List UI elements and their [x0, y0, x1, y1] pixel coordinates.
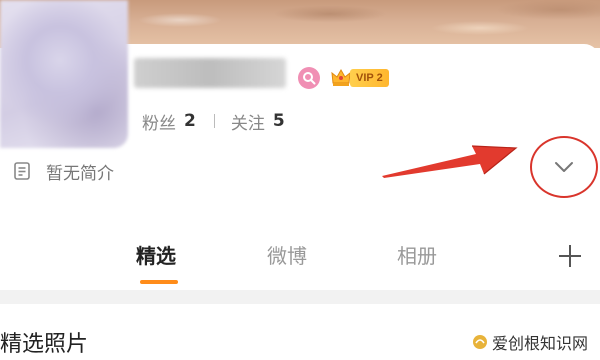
fans-label[interactable]: 粉丝 — [142, 109, 176, 134]
search-icon — [303, 72, 316, 85]
tab-featured[interactable]: 精选 — [136, 240, 176, 269]
plus-icon[interactable] — [556, 242, 584, 270]
watermark: 爱创根知识网 — [468, 330, 593, 354]
document-icon — [14, 162, 30, 180]
bio-row[interactable]: 暂无简介 — [12, 158, 114, 184]
chevron-down-icon — [555, 162, 573, 172]
section-title: 精选照片 — [0, 332, 89, 357]
watermark-logo-icon — [473, 335, 487, 349]
search-badge[interactable] — [298, 67, 320, 89]
watermark-text: 爱创根知识网 — [492, 334, 589, 353]
stats-divider — [213, 114, 215, 128]
expand-profile-button[interactable] — [530, 136, 598, 198]
following-count[interactable]: 5 — [273, 111, 285, 131]
bio-text: 暂无简介 — [46, 163, 114, 184]
tab-album[interactable]: 相册 — [397, 240, 437, 269]
profile-stats: 粉丝 2 关注 5 — [142, 108, 285, 134]
crown-icon — [331, 68, 351, 86]
vip-level-label: VIP 2 — [350, 69, 389, 87]
avatar[interactable] — [0, 0, 128, 148]
following-label[interactable]: 关注 — [231, 109, 265, 134]
username-redacted — [134, 58, 286, 88]
active-tab-indicator — [140, 280, 178, 284]
annotation-arrow — [382, 145, 518, 178]
profile-tabs: 精选 微博 相册 — [0, 232, 600, 288]
fans-count[interactable]: 2 — [184, 111, 196, 131]
tab-weibo[interactable]: 微博 — [267, 240, 307, 269]
section-divider — [0, 290, 600, 304]
vip-badge[interactable]: VIP 2 — [330, 66, 389, 90]
